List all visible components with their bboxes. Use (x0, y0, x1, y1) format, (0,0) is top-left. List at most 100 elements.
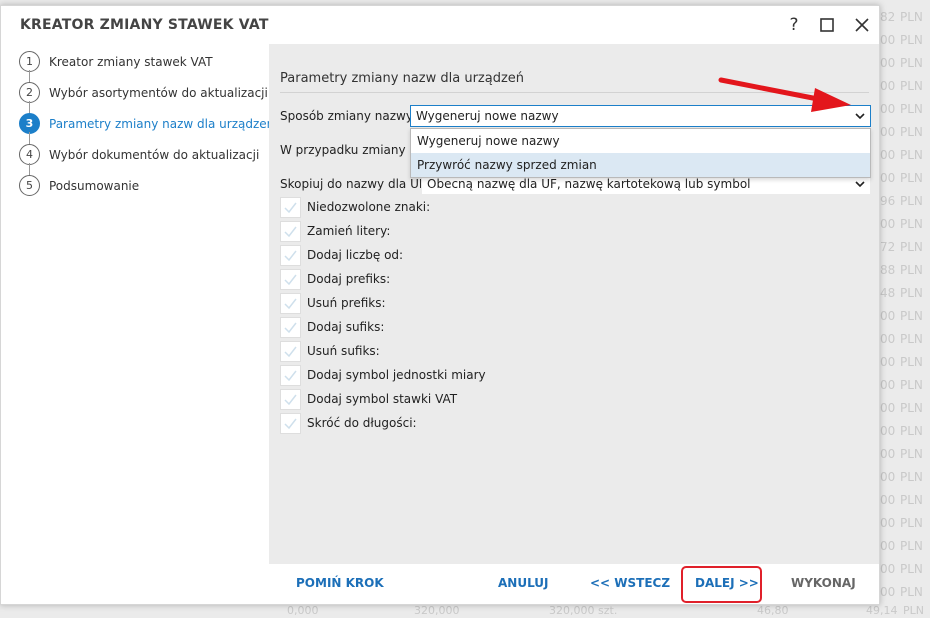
wizard-footer: POMIŃ KROK ANULUJ << WSTECZ DALEJ >> WYK… (269, 564, 879, 604)
rename-method-select[interactable]: Wygeneruj nowe nazwy (410, 105, 871, 127)
background-amount-row: 00 PLN (880, 213, 930, 236)
checkbox[interactable] (280, 340, 301, 362)
checkbox-label: Dodaj sufiks: (307, 320, 385, 334)
background-currency: PLN (900, 10, 923, 24)
checkbox-add-suffix[interactable]: Dodaj sufiks: (280, 316, 384, 338)
background-amount: 88 (880, 263, 896, 277)
check-icon (284, 298, 297, 309)
background-amount-row: 00 PLN (880, 489, 930, 512)
checkbox-add-prefix[interactable]: Dodaj prefiks: (280, 268, 390, 290)
background-amount-column: 82 PLN 00 PLN 00 PLN 00 PLN 00 PLN 00 PLN 00 PLN 00 PLN… (880, 0, 930, 618)
background-amount-row: 00 PLN (880, 121, 930, 144)
background-amount-row: 00 PLN (880, 512, 930, 535)
help-button[interactable]: ? (780, 12, 808, 38)
step-5[interactable]: 5 Podsumowanie (19, 170, 269, 201)
step-label: Wybór dokumentów do aktualizacji (49, 147, 260, 162)
check-icon (284, 322, 297, 333)
background-currency: PLN (900, 332, 923, 346)
background-amount: 00 (880, 355, 896, 369)
check-icon (284, 250, 297, 261)
background-amount: 72 (880, 240, 896, 254)
background-currency: PLN (900, 33, 923, 47)
checkbox[interactable] (280, 388, 301, 410)
checkbox-replace-letters[interactable]: Zamień litery: (280, 220, 390, 242)
checkbox-invalid-chars[interactable]: Niedozwolone znaki: (280, 196, 430, 218)
wizard-steps: 1 Kreator zmiany stawek VAT 2 Wybór asor… (19, 46, 274, 201)
background-amount-row: 00 PLN (880, 52, 930, 75)
content-panel: Parametry zmiany nazw dla urządzeń Sposó… (269, 44, 879, 564)
bg-bottom-cell: 49,14 (866, 604, 898, 617)
checkbox-add-number[interactable]: Dodaj liczbę od: (280, 244, 403, 266)
back-button[interactable]: << WSTECZ (590, 576, 670, 590)
bg-bottom-cell: 46,80 (757, 604, 789, 617)
background-amount-row: 00 PLN (880, 167, 930, 190)
checkbox-add-vat-symbol[interactable]: Dodaj symbol stawki VAT (280, 388, 457, 410)
close-icon (855, 18, 869, 32)
checkbox-label: Dodaj prefiks: (307, 272, 391, 286)
rename-method-label: Sposób zmiany nazwy: (280, 109, 417, 123)
checkbox-remove-suffix[interactable]: Usuń sufiks: (280, 340, 380, 362)
background-currency: PLN (900, 562, 923, 576)
checkbox-add-unit-symbol[interactable]: Dodaj symbol jednostki miary (280, 364, 486, 386)
checkbox-label: Zamień litery: (307, 224, 391, 238)
check-icon (284, 394, 297, 405)
background-currency: PLN (900, 585, 923, 599)
background-currency: PLN (900, 217, 923, 231)
checkbox[interactable] (280, 220, 301, 242)
checkbox-remove-prefix[interactable]: Usuń prefiks: (280, 292, 386, 314)
step-3[interactable]: 3 Parametry zmiany nazw dla urządzeń (19, 108, 274, 146)
check-icon (284, 274, 297, 285)
check-icon (284, 346, 297, 357)
close-button[interactable] (848, 12, 876, 38)
next-button-highlight (681, 566, 762, 603)
skip-step-button[interactable]: POMIŃ KROK (296, 576, 384, 590)
background-currency: PLN (900, 125, 923, 139)
checkbox[interactable] (280, 316, 301, 338)
copy-label: Skopiuj do nazwy dla UF: (280, 177, 429, 191)
checkbox[interactable] (280, 412, 301, 434)
background-currency: PLN (900, 539, 923, 553)
cancel-button[interactable]: ANULUJ (498, 576, 549, 590)
background-amount: 82 (880, 10, 896, 24)
dropdown-option-restore[interactable]: Przywróć nazwy sprzed zmian (411, 153, 870, 177)
bg-bottom-cell: 320,000 (549, 604, 595, 617)
background-amount-row: 72 PLN (880, 236, 930, 259)
background-amount: 00 (880, 309, 896, 323)
background-currency: PLN (900, 263, 923, 277)
background-amount: 00 (880, 585, 896, 599)
dialog-title: KREATOR ZMIANY STAWEK VAT (20, 17, 269, 33)
step-number: 3 (19, 113, 40, 134)
background-amount-row: 00 PLN (880, 374, 930, 397)
background-amount: 00 (880, 539, 896, 553)
background-amount: 00 (880, 516, 896, 530)
background-currency: PLN (900, 309, 923, 323)
checkbox[interactable] (280, 364, 301, 386)
execute-button[interactable]: WYKONAJ (791, 576, 856, 590)
background-amount-row: 00 PLN (880, 558, 930, 581)
checkbox[interactable] (280, 292, 301, 314)
background-amount: 00 (880, 79, 896, 93)
check-icon (284, 370, 297, 381)
bg-bottom-cell: PLN (903, 604, 924, 617)
background-currency: PLN (900, 378, 923, 392)
step-2[interactable]: 2 Wybór asortymentów do aktualizacji (19, 77, 269, 115)
checkbox-truncate-length[interactable]: Skróć do długości: (280, 412, 417, 434)
background-currency: PLN (900, 447, 923, 461)
background-currency: PLN (900, 56, 923, 70)
checkbox[interactable] (280, 196, 301, 218)
background-currency: PLN (900, 79, 923, 93)
title-bar: KREATOR ZMIANY STAWEK VAT ? (1, 6, 879, 42)
background-amount: 96 (880, 194, 896, 208)
step-4[interactable]: 4 Wybór dokumentów do aktualizacji (19, 139, 269, 177)
maximize-button[interactable] (813, 12, 841, 38)
background-amount: 00 (880, 447, 896, 461)
dropdown-option-generate[interactable]: Wygeneruj nowe nazwy (411, 129, 870, 153)
check-icon (284, 226, 297, 237)
checkbox-label: Skróć do długości: (307, 416, 417, 430)
chevron-down-icon[interactable] (853, 106, 867, 126)
background-currency: PLN (900, 493, 923, 507)
checkbox[interactable] (280, 268, 301, 290)
checkbox[interactable] (280, 244, 301, 266)
background-amount: 00 (880, 33, 896, 47)
step-1[interactable]: 1 Kreator zmiany stawek VAT (19, 46, 269, 84)
